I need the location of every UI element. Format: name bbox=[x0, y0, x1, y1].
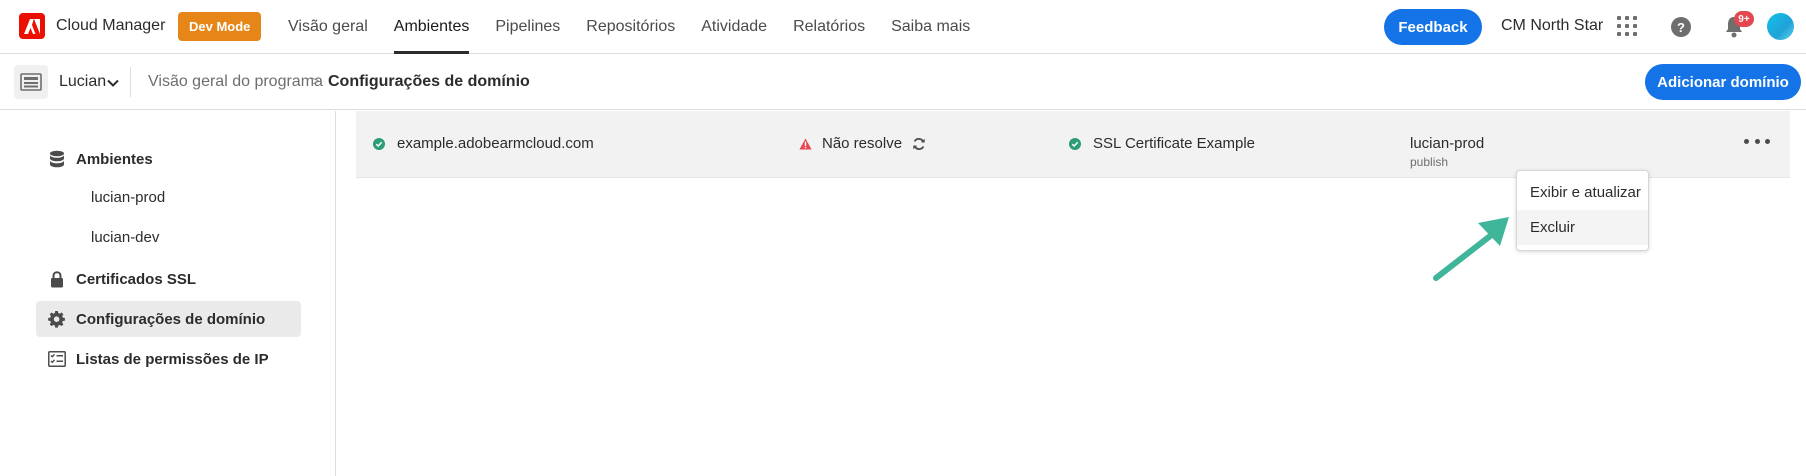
chevron-down-icon[interactable] bbox=[106, 76, 120, 90]
annotation-arrow-icon bbox=[1433, 217, 1509, 281]
dev-mode-button[interactable]: Dev Mode bbox=[178, 12, 262, 41]
dns-status: Não resolve bbox=[822, 135, 903, 152]
breadcrumb-program-overview[interactable]: Visão geral do programa bbox=[148, 73, 323, 91]
sidebar-item-domain-settings[interactable]: Configurações de domínio bbox=[36, 301, 301, 337]
nav-item-atividade[interactable]: Atividade bbox=[701, 0, 767, 54]
add-domain-button[interactable]: Adicionar domínio bbox=[1645, 64, 1801, 100]
environment-tier: publish bbox=[1410, 155, 1449, 169]
notification-badge: 9+ bbox=[1734, 11, 1754, 27]
environment-name[interactable]: lucian-prod bbox=[1410, 135, 1484, 152]
sidebar: Ambientes lucian-prod lucian-dev Certifi… bbox=[0, 111, 336, 476]
sidebar-item-label: Certificados SSL bbox=[76, 270, 197, 288]
checklist-icon bbox=[48, 350, 66, 368]
program-icon[interactable] bbox=[14, 65, 48, 99]
certificate-name[interactable]: SSL Certificate Example bbox=[1093, 135, 1255, 152]
sidebar-item-ip-allow-lists[interactable]: Listas de permissões de IP bbox=[36, 341, 301, 377]
sidebar-item-ssl-certificates[interactable]: Certificados SSL bbox=[36, 261, 301, 297]
gear-icon bbox=[48, 310, 66, 328]
main-nav: Visão geral Ambientes Pipelines Repositó… bbox=[288, 0, 996, 54]
breadcrumb-separator: > bbox=[311, 73, 320, 90]
menu-item-view-update[interactable]: Exibir e atualizar bbox=[1517, 175, 1648, 210]
row-actions-menu: Exibir e atualizar Excluir bbox=[1516, 170, 1649, 251]
nav-item-visao-geral[interactable]: Visão geral bbox=[288, 0, 368, 54]
check-circle-icon bbox=[373, 137, 385, 150]
nav-item-saiba-mais[interactable]: Saiba mais bbox=[891, 0, 970, 54]
nav-item-relatorios[interactable]: Relatórios bbox=[793, 0, 865, 54]
dns-status-cell: Não resolve bbox=[799, 135, 926, 152]
sidebar-item-ambientes[interactable]: Ambientes bbox=[36, 141, 301, 177]
menu-item-delete[interactable]: Excluir bbox=[1517, 210, 1648, 245]
certificate-cell: SSL Certificate Example bbox=[1069, 135, 1255, 152]
sidebar-item-label: Configurações de domínio bbox=[76, 310, 266, 328]
divider bbox=[130, 67, 131, 97]
nav-item-pipelines[interactable]: Pipelines bbox=[495, 0, 560, 54]
more-actions-icon[interactable] bbox=[1744, 131, 1770, 151]
check-circle-icon bbox=[1069, 137, 1081, 150]
feedback-button[interactable]: Feedback bbox=[1384, 9, 1482, 45]
lock-icon bbox=[48, 270, 66, 288]
domain-cell: example.adobearmcloud.com bbox=[373, 135, 594, 152]
sidebar-item-lucian-dev[interactable]: lucian-dev bbox=[91, 229, 159, 246]
sidebar-item-label: Listas de permissões de IP bbox=[76, 350, 269, 368]
top-navigation-bar: Cloud Manager Dev Mode Visão geral Ambie… bbox=[0, 0, 1806, 54]
nav-item-repositorios[interactable]: Repositórios bbox=[586, 0, 675, 54]
alert-icon bbox=[799, 138, 812, 150]
sidebar-item-lucian-prod[interactable]: lucian-prod bbox=[91, 189, 165, 206]
breadcrumb-current: Configurações de domínio bbox=[328, 73, 530, 90]
app-title[interactable]: Cloud Manager bbox=[56, 17, 165, 35]
help-icon[interactable]: ? bbox=[1671, 17, 1691, 37]
app-switcher-icon[interactable] bbox=[1617, 16, 1637, 36]
adobe-logo[interactable] bbox=[19, 13, 45, 39]
program-bar: Lucian Visão geral do programa > Configu… bbox=[0, 55, 1806, 110]
avatar[interactable] bbox=[1767, 13, 1794, 40]
nav-item-ambientes[interactable]: Ambientes bbox=[393, 0, 470, 54]
domain-name[interactable]: example.adobearmcloud.com bbox=[397, 135, 594, 152]
program-selector[interactable]: Lucian bbox=[59, 73, 106, 91]
table-row[interactable]: example.adobearmcloud.com Não resolve SS… bbox=[356, 111, 1790, 178]
refresh-icon[interactable] bbox=[912, 137, 926, 151]
org-switcher[interactable]: CM North Star bbox=[1501, 17, 1603, 35]
database-icon bbox=[48, 150, 66, 168]
sidebar-item-label: Ambientes bbox=[76, 150, 153, 168]
